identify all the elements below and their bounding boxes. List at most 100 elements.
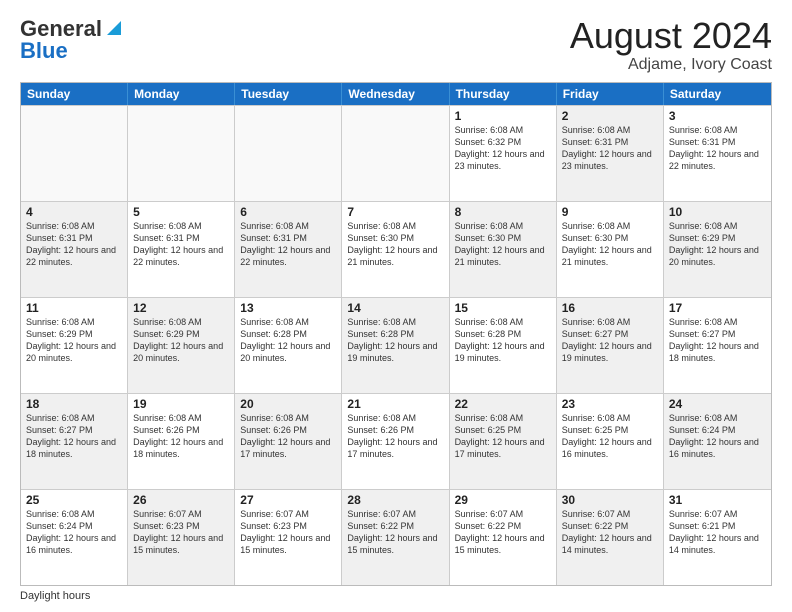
day-info: Sunrise: 6:08 AM Sunset: 6:31 PM Dayligh… bbox=[133, 220, 229, 269]
calendar-cell: 7Sunrise: 6:08 AM Sunset: 6:30 PM Daylig… bbox=[342, 202, 449, 297]
day-number: 19 bbox=[133, 397, 229, 411]
day-number: 5 bbox=[133, 205, 229, 219]
day-number: 4 bbox=[26, 205, 122, 219]
day-number: 24 bbox=[669, 397, 766, 411]
calendar-cell bbox=[21, 106, 128, 201]
logo-blue: Blue bbox=[20, 38, 68, 64]
day-info: Sunrise: 6:07 AM Sunset: 6:22 PM Dayligh… bbox=[562, 508, 658, 557]
main-title: August 2024 bbox=[570, 16, 772, 56]
day-number: 20 bbox=[240, 397, 336, 411]
day-number: 1 bbox=[455, 109, 551, 123]
calendar-header: SundayMondayTuesdayWednesdayThursdayFrid… bbox=[21, 83, 771, 105]
day-number: 28 bbox=[347, 493, 443, 507]
day-number: 26 bbox=[133, 493, 229, 507]
day-info: Sunrise: 6:08 AM Sunset: 6:31 PM Dayligh… bbox=[26, 220, 122, 269]
calendar-row: 18Sunrise: 6:08 AM Sunset: 6:27 PM Dayli… bbox=[21, 393, 771, 489]
day-info: Sunrise: 6:08 AM Sunset: 6:26 PM Dayligh… bbox=[240, 412, 336, 461]
calendar-header-cell: Tuesday bbox=[235, 83, 342, 105]
calendar-header-cell: Sunday bbox=[21, 83, 128, 105]
calendar-cell: 12Sunrise: 6:08 AM Sunset: 6:29 PM Dayli… bbox=[128, 298, 235, 393]
day-info: Sunrise: 6:08 AM Sunset: 6:24 PM Dayligh… bbox=[669, 412, 766, 461]
day-info: Sunrise: 6:07 AM Sunset: 6:23 PM Dayligh… bbox=[133, 508, 229, 557]
calendar-cell: 4Sunrise: 6:08 AM Sunset: 6:31 PM Daylig… bbox=[21, 202, 128, 297]
calendar-cell: 17Sunrise: 6:08 AM Sunset: 6:27 PM Dayli… bbox=[664, 298, 771, 393]
day-info: Sunrise: 6:08 AM Sunset: 6:27 PM Dayligh… bbox=[562, 316, 658, 365]
calendar-cell: 5Sunrise: 6:08 AM Sunset: 6:31 PM Daylig… bbox=[128, 202, 235, 297]
calendar-cell: 21Sunrise: 6:08 AM Sunset: 6:26 PM Dayli… bbox=[342, 394, 449, 489]
day-number: 18 bbox=[26, 397, 122, 411]
calendar-cell bbox=[342, 106, 449, 201]
day-number: 10 bbox=[669, 205, 766, 219]
calendar-row: 11Sunrise: 6:08 AM Sunset: 6:29 PM Dayli… bbox=[21, 297, 771, 393]
calendar-cell: 13Sunrise: 6:08 AM Sunset: 6:28 PM Dayli… bbox=[235, 298, 342, 393]
day-number: 14 bbox=[347, 301, 443, 315]
day-number: 23 bbox=[562, 397, 658, 411]
header: General Blue August 2024 Adjame, Ivory C… bbox=[20, 16, 772, 74]
logo: General Blue bbox=[20, 16, 123, 64]
day-number: 11 bbox=[26, 301, 122, 315]
calendar-cell: 2Sunrise: 6:08 AM Sunset: 6:31 PM Daylig… bbox=[557, 106, 664, 201]
calendar-body: 1Sunrise: 6:08 AM Sunset: 6:32 PM Daylig… bbox=[21, 105, 771, 585]
logo-arrow-icon bbox=[105, 19, 123, 42]
day-info: Sunrise: 6:08 AM Sunset: 6:32 PM Dayligh… bbox=[455, 124, 551, 173]
day-info: Sunrise: 6:08 AM Sunset: 6:24 PM Dayligh… bbox=[26, 508, 122, 557]
calendar-cell: 10Sunrise: 6:08 AM Sunset: 6:29 PM Dayli… bbox=[664, 202, 771, 297]
calendar-cell: 8Sunrise: 6:08 AM Sunset: 6:30 PM Daylig… bbox=[450, 202, 557, 297]
day-info: Sunrise: 6:08 AM Sunset: 6:29 PM Dayligh… bbox=[669, 220, 766, 269]
calendar-header-cell: Wednesday bbox=[342, 83, 449, 105]
day-number: 21 bbox=[347, 397, 443, 411]
calendar-cell: 18Sunrise: 6:08 AM Sunset: 6:27 PM Dayli… bbox=[21, 394, 128, 489]
calendar-cell bbox=[128, 106, 235, 201]
calendar-cell: 15Sunrise: 6:08 AM Sunset: 6:28 PM Dayli… bbox=[450, 298, 557, 393]
calendar-cell: 28Sunrise: 6:07 AM Sunset: 6:22 PM Dayli… bbox=[342, 490, 449, 585]
day-number: 6 bbox=[240, 205, 336, 219]
day-info: Sunrise: 6:08 AM Sunset: 6:26 PM Dayligh… bbox=[347, 412, 443, 461]
day-info: Sunrise: 6:08 AM Sunset: 6:28 PM Dayligh… bbox=[347, 316, 443, 365]
calendar: SundayMondayTuesdayWednesdayThursdayFrid… bbox=[20, 82, 772, 586]
day-info: Sunrise: 6:07 AM Sunset: 6:22 PM Dayligh… bbox=[455, 508, 551, 557]
day-info: Sunrise: 6:08 AM Sunset: 6:26 PM Dayligh… bbox=[133, 412, 229, 461]
day-info: Sunrise: 6:08 AM Sunset: 6:25 PM Dayligh… bbox=[455, 412, 551, 461]
calendar-cell: 30Sunrise: 6:07 AM Sunset: 6:22 PM Dayli… bbox=[557, 490, 664, 585]
day-info: Sunrise: 6:08 AM Sunset: 6:31 PM Dayligh… bbox=[562, 124, 658, 173]
calendar-cell: 9Sunrise: 6:08 AM Sunset: 6:30 PM Daylig… bbox=[557, 202, 664, 297]
day-number: 12 bbox=[133, 301, 229, 315]
day-number: 2 bbox=[562, 109, 658, 123]
day-info: Sunrise: 6:08 AM Sunset: 6:30 PM Dayligh… bbox=[455, 220, 551, 269]
day-number: 31 bbox=[669, 493, 766, 507]
calendar-cell: 23Sunrise: 6:08 AM Sunset: 6:25 PM Dayli… bbox=[557, 394, 664, 489]
calendar-cell: 29Sunrise: 6:07 AM Sunset: 6:22 PM Dayli… bbox=[450, 490, 557, 585]
page: General Blue August 2024 Adjame, Ivory C… bbox=[0, 0, 792, 612]
footer-note: Daylight hours bbox=[20, 590, 772, 602]
calendar-cell: 14Sunrise: 6:08 AM Sunset: 6:28 PM Dayli… bbox=[342, 298, 449, 393]
day-info: Sunrise: 6:08 AM Sunset: 6:29 PM Dayligh… bbox=[26, 316, 122, 365]
calendar-cell: 26Sunrise: 6:07 AM Sunset: 6:23 PM Dayli… bbox=[128, 490, 235, 585]
calendar-cell: 11Sunrise: 6:08 AM Sunset: 6:29 PM Dayli… bbox=[21, 298, 128, 393]
day-number: 29 bbox=[455, 493, 551, 507]
day-info: Sunrise: 6:08 AM Sunset: 6:29 PM Dayligh… bbox=[133, 316, 229, 365]
calendar-cell bbox=[235, 106, 342, 201]
day-info: Sunrise: 6:08 AM Sunset: 6:31 PM Dayligh… bbox=[240, 220, 336, 269]
day-number: 25 bbox=[26, 493, 122, 507]
day-info: Sunrise: 6:08 AM Sunset: 6:28 PM Dayligh… bbox=[240, 316, 336, 365]
day-info: Sunrise: 6:07 AM Sunset: 6:23 PM Dayligh… bbox=[240, 508, 336, 557]
day-number: 3 bbox=[669, 109, 766, 123]
calendar-cell: 24Sunrise: 6:08 AM Sunset: 6:24 PM Dayli… bbox=[664, 394, 771, 489]
day-number: 7 bbox=[347, 205, 443, 219]
calendar-header-cell: Friday bbox=[557, 83, 664, 105]
day-number: 16 bbox=[562, 301, 658, 315]
day-info: Sunrise: 6:07 AM Sunset: 6:21 PM Dayligh… bbox=[669, 508, 766, 557]
calendar-cell: 27Sunrise: 6:07 AM Sunset: 6:23 PM Dayli… bbox=[235, 490, 342, 585]
day-number: 22 bbox=[455, 397, 551, 411]
day-number: 9 bbox=[562, 205, 658, 219]
day-number: 17 bbox=[669, 301, 766, 315]
day-number: 27 bbox=[240, 493, 336, 507]
calendar-header-cell: Thursday bbox=[450, 83, 557, 105]
day-number: 8 bbox=[455, 205, 551, 219]
calendar-header-cell: Saturday bbox=[664, 83, 771, 105]
calendar-row: 25Sunrise: 6:08 AM Sunset: 6:24 PM Dayli… bbox=[21, 489, 771, 585]
calendar-cell: 20Sunrise: 6:08 AM Sunset: 6:26 PM Dayli… bbox=[235, 394, 342, 489]
day-info: Sunrise: 6:08 AM Sunset: 6:25 PM Dayligh… bbox=[562, 412, 658, 461]
calendar-cell: 3Sunrise: 6:08 AM Sunset: 6:31 PM Daylig… bbox=[664, 106, 771, 201]
calendar-row: 1Sunrise: 6:08 AM Sunset: 6:32 PM Daylig… bbox=[21, 105, 771, 201]
